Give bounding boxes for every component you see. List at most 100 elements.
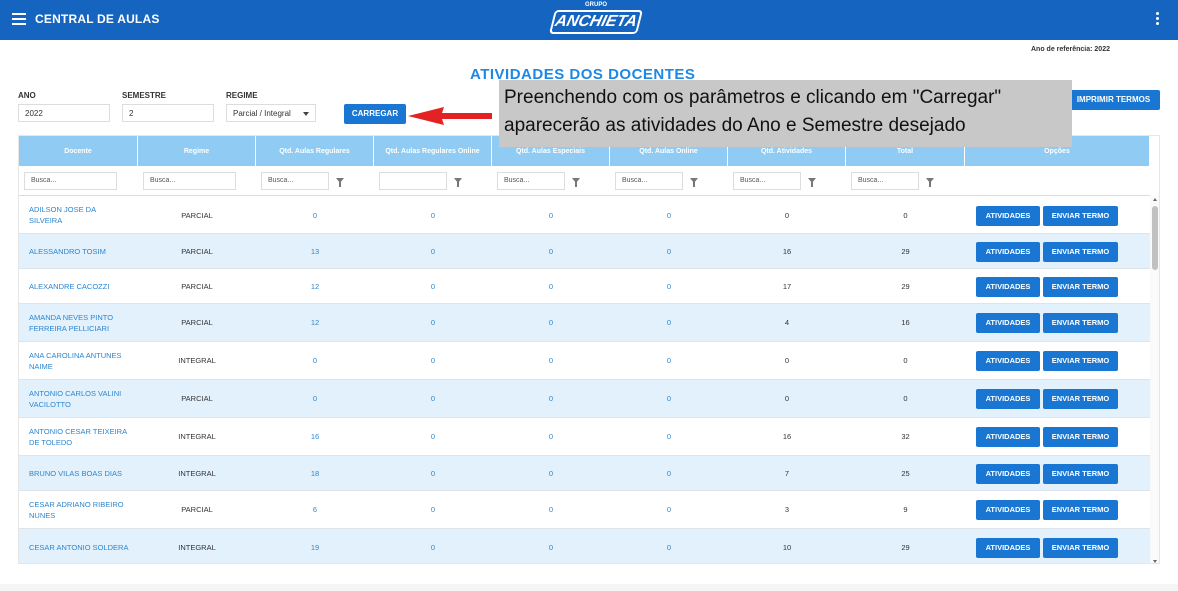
enviar-termo-button[interactable]: ENVIAR TERMO <box>1043 242 1118 262</box>
cell-qtd-regulares: 0 <box>312 210 318 220</box>
kebab-icon[interactable] <box>1154 12 1160 28</box>
th-qtd-aulas-regulares-online[interactable]: Qtd. Aulas Regulares Online <box>374 136 492 166</box>
atividades-button[interactable]: ATIVIDADES <box>976 351 1040 371</box>
filter-funnel-icon[interactable] <box>926 178 934 187</box>
cell-total: 25 <box>901 468 910 478</box>
red-arrow-icon <box>408 107 492 125</box>
atividades-button[interactable]: ATIVIDADES <box>976 242 1040 262</box>
cell-qtd-especiais: 0 <box>548 543 554 552</box>
cell-regime: INTEGRAL <box>178 543 216 552</box>
atividades-button[interactable]: ATIVIDADES <box>976 277 1040 297</box>
scrollbar-thumb[interactable] <box>1152 206 1158 270</box>
annotation-callout: Preenchendo com os parâmetros e clicando… <box>499 80 1072 147</box>
cell-qtd-atividades: 16 <box>782 432 792 441</box>
regime-select-value: Parcial / Integral <box>233 109 291 118</box>
footer-bar <box>0 584 1178 591</box>
atividades-button[interactable]: ATIVIDADES <box>976 206 1040 226</box>
carregar-button[interactable]: CARREGAR <box>344 104 406 124</box>
cell-qtd-especiais: 0 <box>548 318 554 327</box>
enviar-termo-button[interactable]: ENVIAR TERMO <box>1043 206 1118 226</box>
atividades-button[interactable]: ATIVIDADES <box>976 464 1040 484</box>
cell-docente-link[interactable]: AMANDA NEVES PINTO FERREIRA PELLICIARI <box>19 304 129 341</box>
cell-qtd-especiais: 0 <box>548 505 554 514</box>
cell-qtd-atividades: 7 <box>784 468 790 478</box>
atividades-button[interactable]: ATIVIDADES <box>976 313 1040 333</box>
column-search-input[interactable]: Busca... <box>143 172 236 190</box>
cell-docente-link[interactable]: ANTONIO CESAR TEIXEIRA DE TOLEDO <box>19 418 129 455</box>
cell-qtd-regulares: 12 <box>310 281 320 291</box>
cell-regime: PARCIAL <box>181 505 213 514</box>
cell-qtd-regulares-online: 0 <box>430 505 436 514</box>
enviar-termo-button[interactable]: ENVIAR TERMO <box>1043 277 1118 297</box>
filter-funnel-icon[interactable] <box>454 178 462 187</box>
cell-total: 0 <box>903 356 908 365</box>
regime-select[interactable]: Parcial / Integral <box>226 104 316 122</box>
column-search-input[interactable] <box>379 172 447 190</box>
filter-funnel-icon[interactable] <box>690 178 698 187</box>
th-regime[interactable]: Regime <box>138 136 256 166</box>
th-docente[interactable]: Docente <box>19 136 138 166</box>
cell-qtd-atividades: 3 <box>784 505 790 514</box>
cell-qtd-online: 0 <box>666 281 672 291</box>
cell-docente-link[interactable]: ANA CAROLINA ANTUNES NAIME <box>19 342 129 379</box>
column-search-input[interactable]: Busca... <box>24 172 117 190</box>
table-scrollbar[interactable] <box>1150 196 1159 563</box>
column-search-input[interactable]: Busca... <box>733 172 801 190</box>
semestre-input[interactable]: 2 <box>122 104 214 122</box>
table-row: CESAR ADRIANO RIBEIRO NUNES PARCIAL 6 0 0 0 3 9… <box>19 491 1150 529</box>
enviar-termo-button[interactable]: ENVIAR TERMO <box>1043 538 1118 558</box>
cell-total: 32 <box>901 432 910 441</box>
filter-funnel-icon[interactable] <box>808 178 816 187</box>
enviar-termo-button[interactable]: ENVIAR TERMO <box>1043 351 1118 371</box>
cell-regime: INTEGRAL <box>178 432 216 441</box>
hamburger-icon[interactable] <box>12 13 26 25</box>
cell-regime: PARCIAL <box>181 394 213 403</box>
table-row: ANTONIO CESAR TEIXEIRA DE TOLEDO INTEGRAL… <box>19 418 1150 456</box>
scroll-down-icon[interactable] <box>1153 560 1157 563</box>
cell-total: 16 <box>901 318 910 327</box>
column-search-input[interactable]: Busca... <box>851 172 919 190</box>
enviar-termo-button[interactable]: ENVIAR TERMO <box>1043 313 1118 333</box>
cell-qtd-especiais: 0 <box>548 281 554 291</box>
cell-docente-link[interactable]: ALEXANDRE CACOZZI <box>19 269 129 303</box>
ano-input[interactable]: 2022 <box>18 104 110 122</box>
cell-docente-link[interactable]: BRUNO VILAS BOAS DIAS <box>19 456 129 490</box>
cell-total: 0 <box>903 210 908 220</box>
cell-qtd-atividades: 16 <box>782 246 792 256</box>
cell-regime: INTEGRAL <box>178 356 216 365</box>
cell-qtd-atividades: 4 <box>784 318 790 327</box>
scroll-up-icon[interactable] <box>1153 198 1157 201</box>
cell-qtd-regulares: 16 <box>310 432 320 441</box>
column-search-input[interactable]: Busca... <box>261 172 329 190</box>
table-filter-row: Busca... Busca... Busca... Busca... Busca...… <box>19 166 1150 196</box>
atividades-button[interactable]: ATIVIDADES <box>976 500 1040 520</box>
cell-qtd-online: 0 <box>666 356 672 365</box>
cell-qtd-online: 0 <box>666 318 672 327</box>
filter-funnel-icon[interactable] <box>336 178 344 187</box>
cell-docente-link[interactable]: ADILSON JOSE DA SILVEIRA <box>19 197 129 233</box>
column-search-input[interactable]: Busca... <box>497 172 565 190</box>
enviar-termo-button[interactable]: ENVIAR TERMO <box>1043 389 1118 409</box>
cell-qtd-online: 0 <box>666 468 672 478</box>
atividades-button[interactable]: ATIVIDADES <box>976 538 1040 558</box>
cell-docente-link[interactable]: ALESSANDRO TOSIM <box>19 234 129 268</box>
filter-funnel-icon[interactable] <box>572 178 580 187</box>
atividades-button[interactable]: ATIVIDADES <box>976 389 1040 409</box>
cell-qtd-online: 0 <box>666 246 672 256</box>
enviar-termo-button[interactable]: ENVIAR TERMO <box>1043 464 1118 484</box>
cell-regime: PARCIAL <box>181 246 213 256</box>
logo-group-text: GRUPO <box>584 2 607 8</box>
cell-regime: PARCIAL <box>181 210 213 220</box>
table-row: ANTONIO CARLOS VALINI VACILOTTO PARCIAL 0 0… <box>19 380 1150 418</box>
atividades-button[interactable]: ATIVIDADES <box>976 427 1040 447</box>
th-qtd-aulas-regulares[interactable]: Qtd. Aulas Regulares <box>256 136 374 166</box>
imprimir-termos-button[interactable]: IMPRIMIR TERMOS <box>1067 90 1160 110</box>
enviar-termo-button[interactable]: ENVIAR TERMO <box>1043 427 1118 447</box>
cell-docente-link[interactable]: CESAR ANTONIO SOLDERA <box>19 529 129 563</box>
cell-qtd-regulares-online: 0 <box>430 394 436 403</box>
column-search-input[interactable]: Busca... <box>615 172 683 190</box>
enviar-termo-button[interactable]: ENVIAR TERMO <box>1043 500 1118 520</box>
cell-docente-link[interactable]: ANTONIO CARLOS VALINI VACILOTTO <box>19 380 129 417</box>
cell-qtd-especiais: 0 <box>548 394 554 403</box>
cell-docente-link[interactable]: CESAR ADRIANO RIBEIRO NUNES <box>19 491 129 528</box>
